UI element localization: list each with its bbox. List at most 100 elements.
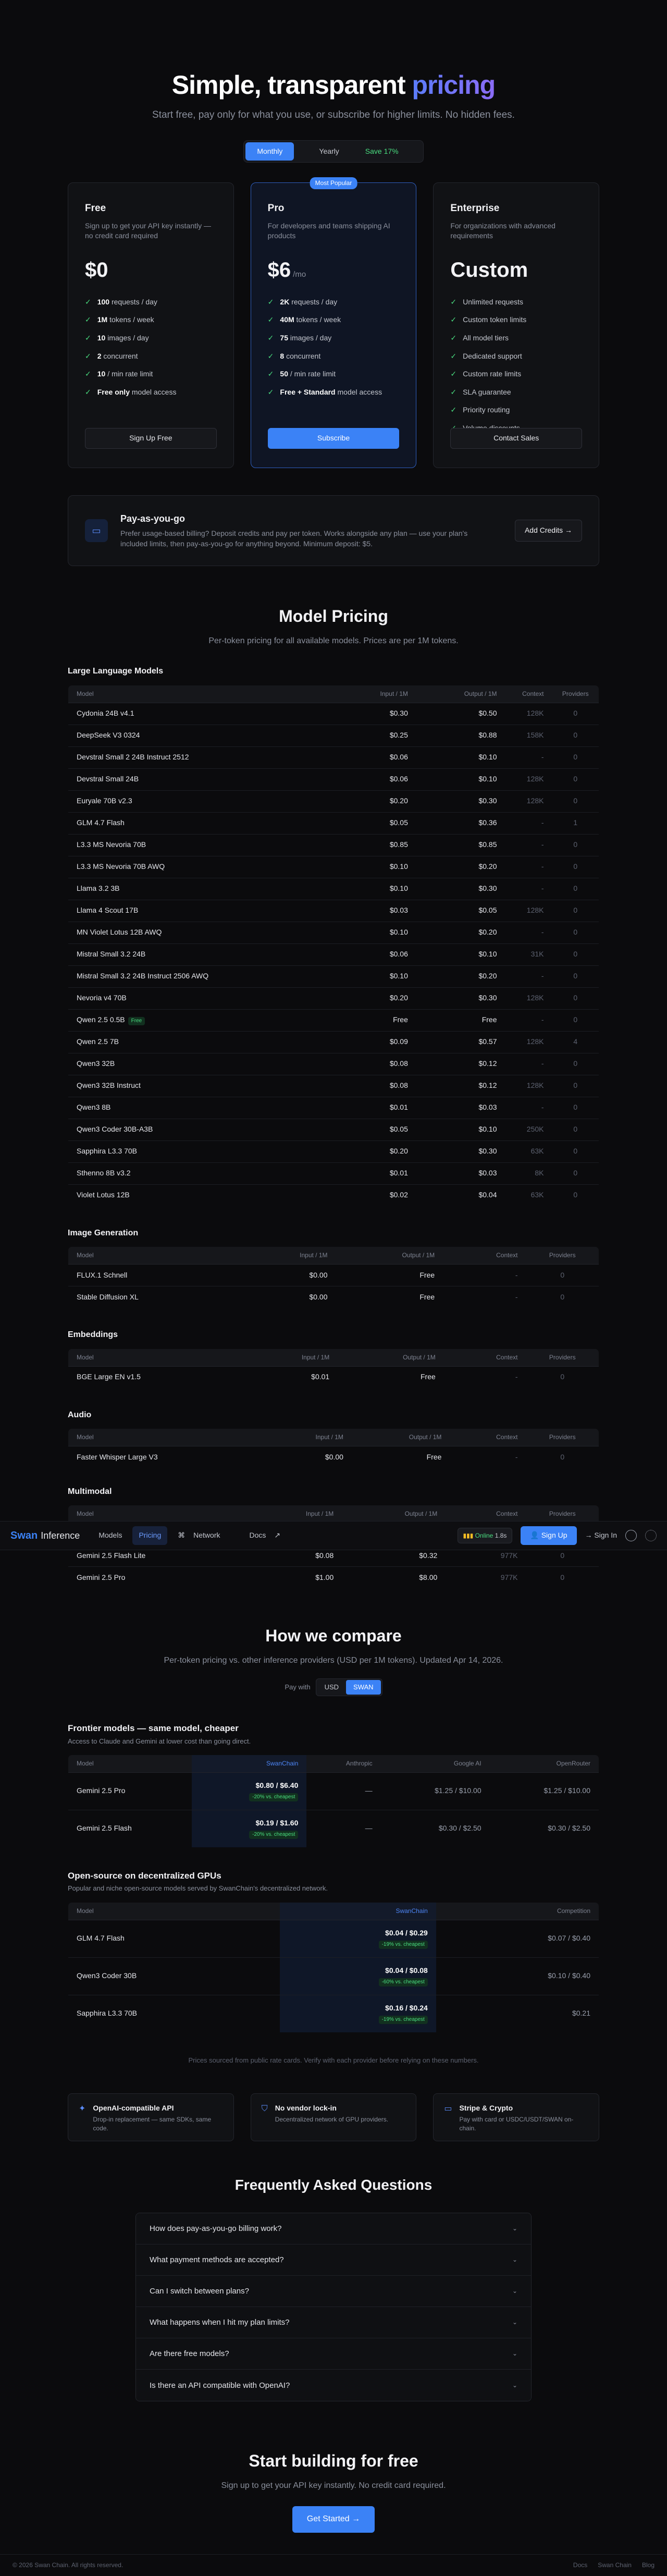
table-row[interactable]: Qwen 2.5 7B $0.09 $0.57 128K 4: [68, 1031, 599, 1053]
table-row[interactable]: DeepSeek V3 0324 $0.25 $0.88 158K 0: [68, 725, 599, 747]
audio-title: Audio: [68, 1410, 92, 1419]
model-name-text: DeepSeek V3 0324: [77, 731, 140, 740]
input-price-text: $0.00: [325, 1452, 343, 1461]
table-row[interactable]: Devstral Small 24B $0.06 $0.10 128K 0: [68, 768, 599, 791]
yearly-toggle[interactable]: Yearly Save 17%: [296, 142, 421, 161]
chevron-down-icon: ⌄: [512, 2381, 517, 2389]
footer-link-blog[interactable]: Blog: [642, 2561, 654, 2570]
table-row[interactable]: Llama 4 Scout 17B $0.03 $0.05 128K 0: [68, 900, 599, 922]
model-pricing-header: Model Pricing Per-token pricing for all …: [68, 605, 599, 647]
context-text: -: [515, 1292, 518, 1301]
plan-button-pro[interactable]: Subscribe: [267, 428, 400, 449]
get-started-button[interactable]: Get Started →: [292, 2506, 375, 2533]
col-model: Model: [68, 1505, 249, 1524]
nav-pricing[interactable]: Pricing: [132, 1526, 168, 1545]
compare-col: OpenRouter: [489, 1755, 599, 1773]
nav-docs[interactable]: Docs ↗: [237, 1526, 287, 1545]
input-price: $0.01: [242, 1366, 338, 1388]
image-title: Image Generation: [68, 1228, 139, 1237]
table-row[interactable]: BGE Large EN v1.5 $0.01 Free - 0: [68, 1366, 599, 1388]
plan-description: Sign up to get your API key instantly — …: [85, 221, 212, 240]
sign-in-button[interactable]: → Sign In: [585, 1530, 617, 1541]
table-row[interactable]: Faster Whisper Large V3 $0.00 Free - 0: [68, 1446, 599, 1468]
check-icon: ✓: [450, 370, 457, 378]
col-input: Input / 1M: [248, 1505, 342, 1524]
table-row[interactable]: L3.3 MS Nevoria 70B $0.85 $0.85 - 0: [68, 834, 599, 856]
compare-col: Anthropic: [306, 1755, 381, 1773]
provider-count: 1: [552, 812, 599, 835]
network-status[interactable]: ▮▮▮ Online 1.8s: [457, 1527, 513, 1544]
faq-item[interactable]: Is there an API compatible with OpenAI? ⌄: [136, 2370, 531, 2401]
sign-up-button[interactable]: 👤 Sign Up: [521, 1526, 577, 1545]
status-text: Online: [475, 1531, 493, 1539]
output-price: $0.30: [416, 790, 505, 813]
add-credits-button[interactable]: Add Credits →: [514, 520, 582, 542]
provider-text: 0: [573, 1059, 578, 1068]
table-row[interactable]: MN Violet Lotus 12B AWQ $0.10 $0.20 - 0: [68, 922, 599, 944]
table-row[interactable]: Gemini 2.5 Pro $1.00 $8.00 977K 0: [68, 1567, 599, 1589]
table-row[interactable]: Cydonia 24B v4.1 $0.30 $0.50 128K 0: [68, 703, 599, 725]
input-price: $0.06: [336, 768, 416, 791]
output-price: $0.50: [416, 703, 505, 725]
table-row[interactable]: GLM 4.7 Flash $0.05 $0.36 - 1: [68, 812, 599, 835]
provider-text: 0: [573, 950, 578, 959]
table-row[interactable]: Devstral Small 2 24B Instruct 2512 $0.06 $…: [68, 746, 599, 769]
faq-item[interactable]: How does pay-as-you-go billing work? ⌄: [136, 2213, 531, 2245]
faq-item[interactable]: What payment methods are accepted? ⌄: [136, 2244, 531, 2276]
free-badge: Free: [128, 1017, 145, 1026]
feature-label: images / day: [105, 333, 149, 342]
compare-row[interactable]: Sapphira L3.3 70B $0.16 / $0.24 -19% vs. c…: [68, 1995, 599, 2032]
model-name-text: Mistral Small 3.2 24B: [77, 950, 146, 959]
compare-row[interactable]: GLM 4.7 Flash $0.04 / $0.29 -19% vs. cheap…: [68, 1920, 599, 1958]
table-row[interactable]: Qwen3 32B $0.08 $0.12 - 0: [68, 1053, 599, 1075]
theme-icon[interactable]: [645, 1530, 657, 1541]
table-row[interactable]: Qwen3 32B Instruct $0.08 $0.12 128K 0: [68, 1075, 599, 1097]
table-row[interactable]: Qwen 2.5 0.5B Free Free Free -0: [68, 1009, 599, 1032]
globe-icon[interactable]: [625, 1530, 637, 1541]
model-name: Llama 3.2 3B: [68, 878, 337, 900]
swan-price-value: $0.16 / $0.24: [385, 2004, 428, 2013]
brand-logo[interactable]: Swan Inference: [10, 1528, 80, 1543]
table-row[interactable]: Euryale 70B v2.3 $0.20 $0.30 128K 0: [68, 790, 599, 813]
plan-button-enterprise[interactable]: Contact Sales: [450, 428, 583, 449]
output-price: Free: [336, 1286, 443, 1308]
provider-text: 0: [573, 906, 578, 915]
nav-network[interactable]: ⌘ Network: [171, 1526, 232, 1545]
plan-button-free[interactable]: Sign Up Free: [85, 428, 217, 449]
monthly-toggle[interactable]: Monthly: [245, 142, 294, 161]
swan-price-value: $0.19 / $1.60: [255, 1819, 299, 1827]
table-row[interactable]: Nevoria v4 70B $0.20 $0.30 128K 0: [68, 987, 599, 1010]
table-row[interactable]: Qwen3 8B $0.01 $0.03 - 0: [68, 1097, 599, 1119]
table-row[interactable]: Sapphira L3.3 70B $0.20 $0.30 63K 0: [68, 1140, 599, 1163]
feature-value: 10: [97, 333, 106, 342]
faq-question: Are there free models?: [150, 2349, 229, 2359]
faq-list: How does pay-as-you-go billing work? ⌄ Wha…: [135, 2213, 532, 2402]
feature-card: ✦ OpenAI-compatible API Drop-in replacemen…: [68, 2093, 234, 2141]
usd-toggle[interactable]: USD: [317, 1680, 346, 1695]
table-row[interactable]: Llama 3.2 3B $0.10 $0.30 - 0: [68, 878, 599, 900]
nav-models[interactable]: Models: [92, 1526, 128, 1545]
provider-count: 0: [552, 943, 599, 966]
swan-toggle[interactable]: SWAN: [346, 1679, 381, 1695]
compare-row[interactable]: Gemini 2.5 Pro $0.80 / $6.40 -20% vs. chea…: [68, 1772, 599, 1810]
table-row[interactable]: Qwen3 Coder 30B-A3B $0.05 $0.10 250K 0: [68, 1119, 599, 1141]
shield-icon: ⛉: [261, 2104, 268, 2113]
table-row[interactable]: Mistral Small 3.2 24B Instruct 2506 AWQ $…: [68, 965, 599, 988]
footer-link-swanchain[interactable]: Swan Chain: [598, 2561, 632, 2570]
table-row[interactable]: FLUX.1 Schnell $0.00 Free - 0: [68, 1264, 599, 1287]
col-output: Output / 1M: [342, 1505, 446, 1524]
compare-row[interactable]: Qwen3 Coder 30B $0.04 / $0.08 -60% vs. che…: [68, 1957, 599, 1995]
footer-link-docs[interactable]: Docs: [573, 2561, 587, 2570]
compare-row[interactable]: Gemini 2.5 Flash $0.19 / $1.60 -20% vs. ch…: [68, 1810, 599, 1847]
feature-value: Free only: [97, 387, 130, 396]
table-row[interactable]: L3.3 MS Nevoria 70B AWQ $0.10 $0.20 - 0: [68, 856, 599, 878]
table-row[interactable]: Mistral Small 3.2 24B $0.06 $0.10 31K 0: [68, 943, 599, 966]
model-name: MN Violet Lotus 12B AWQ: [68, 922, 337, 944]
provider-text: 0: [573, 796, 578, 805]
table-row[interactable]: Stable Diffusion XL $0.00 Free - 0: [68, 1286, 599, 1308]
table-row[interactable]: Violet Lotus 12B $0.02 $0.04 63K 0: [68, 1184, 599, 1206]
faq-item[interactable]: Are there free models? ⌄: [136, 2338, 531, 2370]
faq-item[interactable]: Can I switch between plans? ⌄: [136, 2276, 531, 2308]
table-row[interactable]: Sthenno 8B v3.2 $0.01 $0.03 8K 0: [68, 1162, 599, 1185]
faq-item[interactable]: What happens when I hit my plan limits? ⌄: [136, 2307, 531, 2339]
